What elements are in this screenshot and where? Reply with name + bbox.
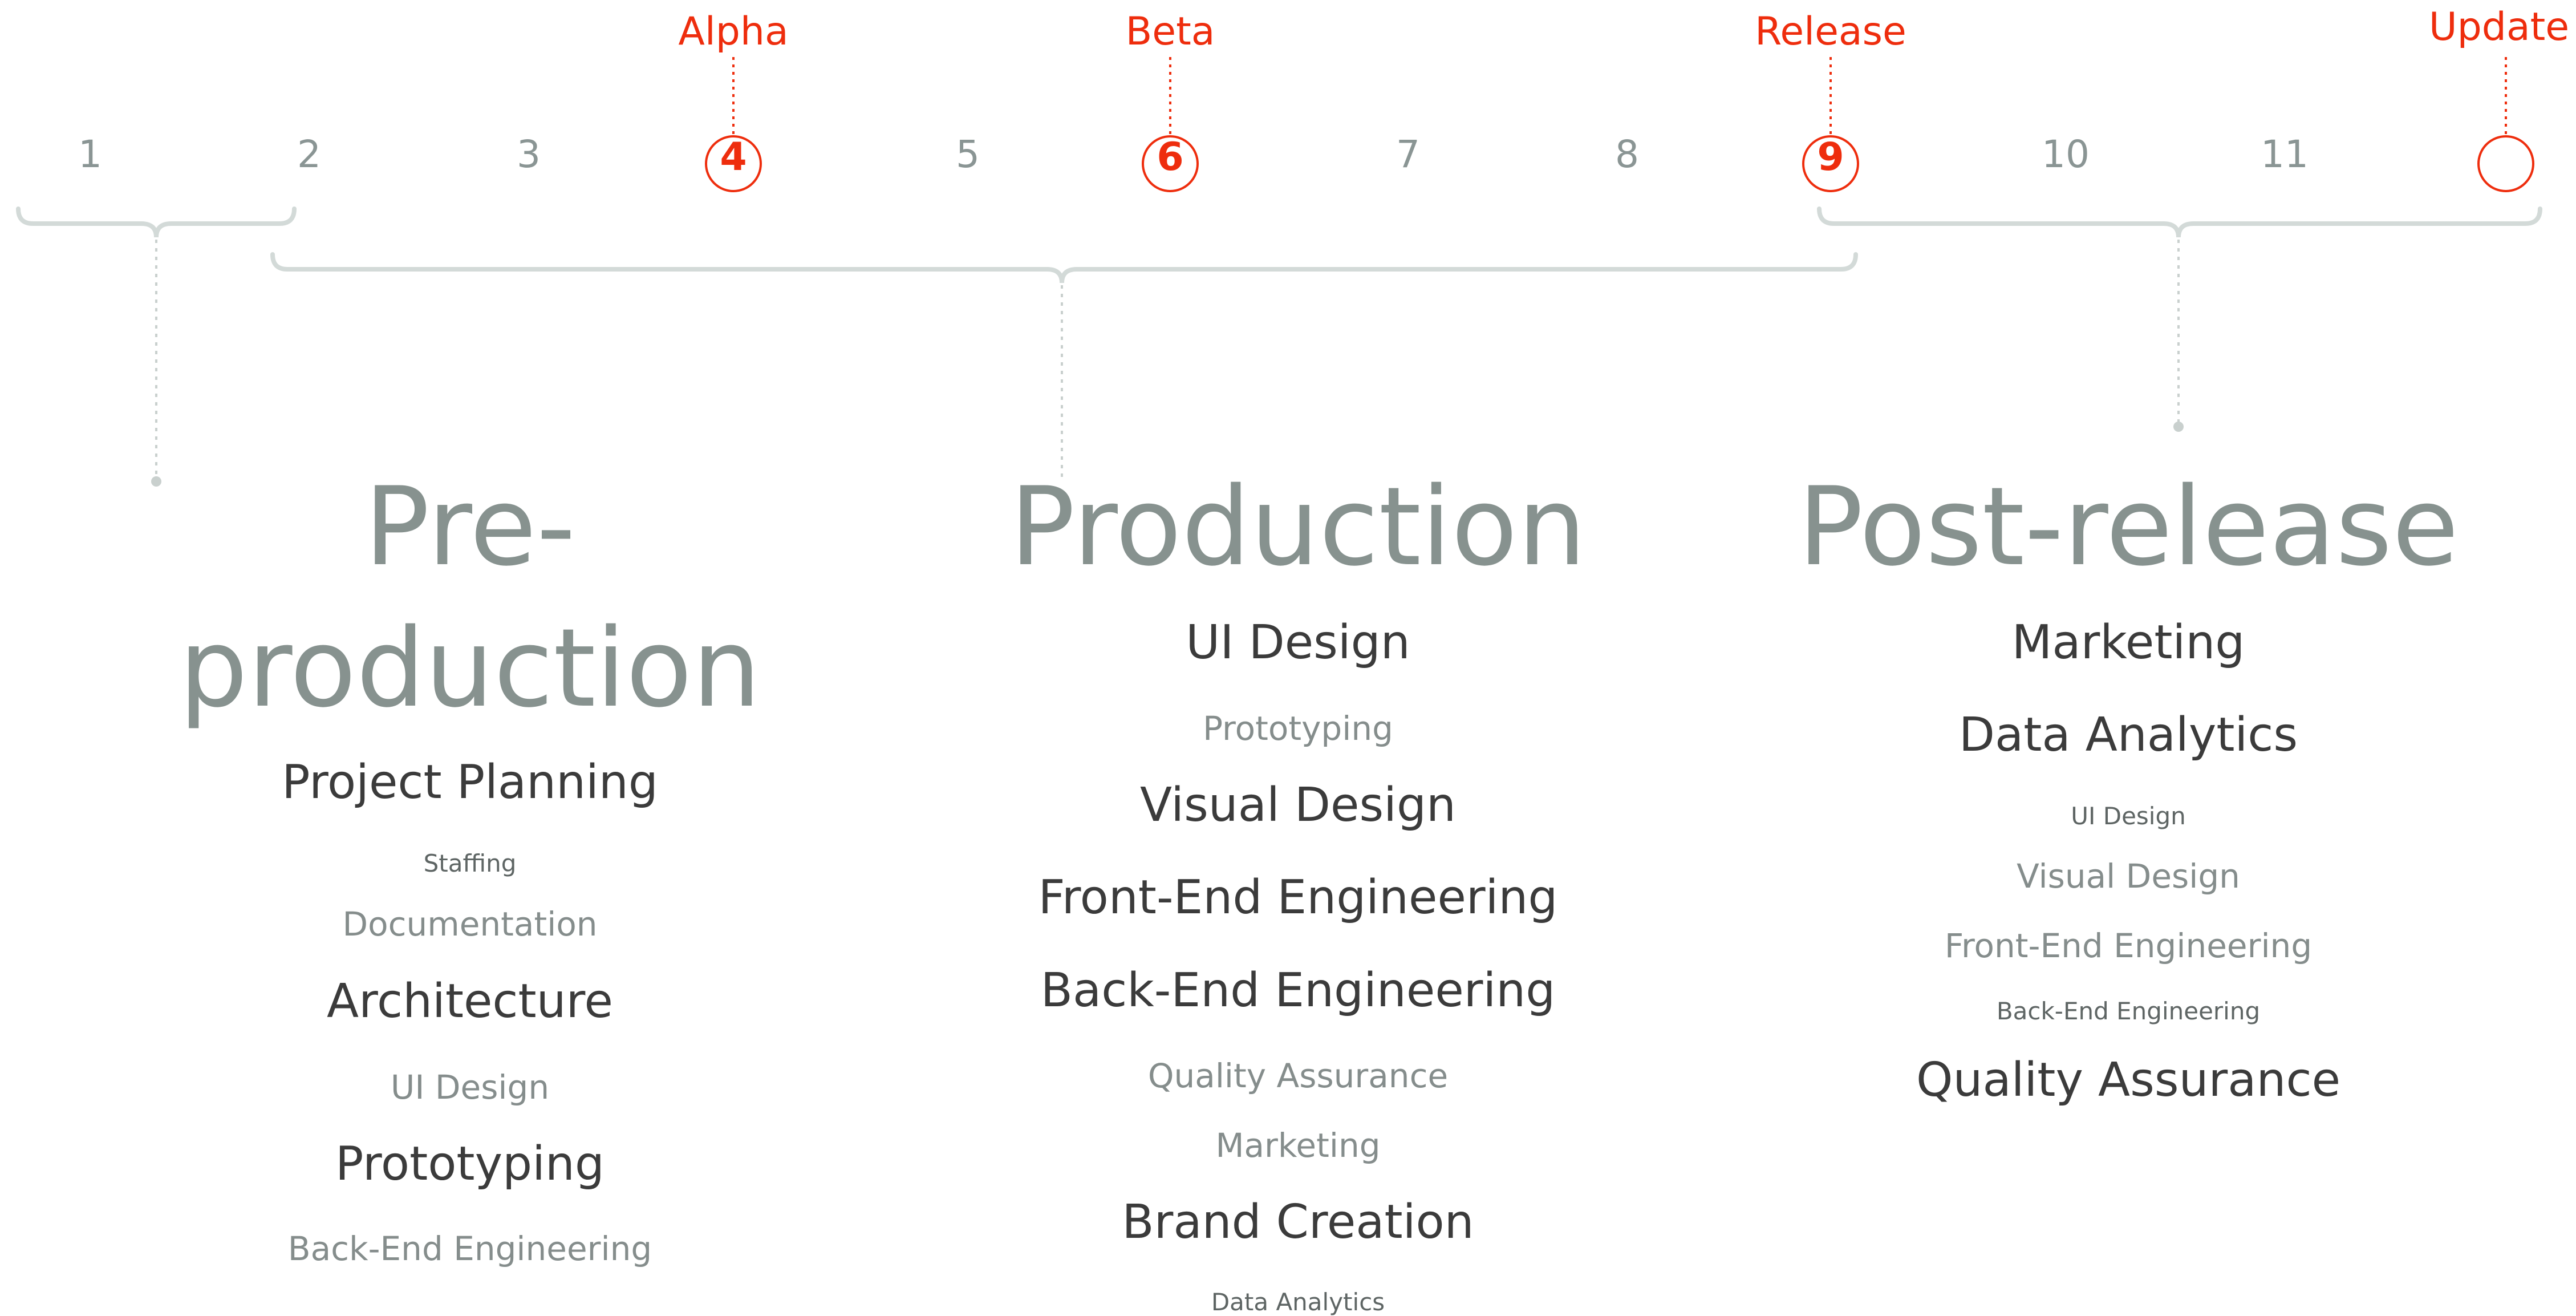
timeline-number: 9 <box>1817 135 1844 180</box>
task-item: Quality Assurance <box>1916 1053 2341 1107</box>
milestone-label: Update <box>2428 5 2570 50</box>
preproduction-heading: Pre- production <box>179 464 761 731</box>
postrelease-heading: Post-release <box>1798 464 2459 590</box>
postrelease-connector-dot <box>2173 422 2184 432</box>
task-item: Back-End Engineering <box>287 1229 652 1268</box>
timeline-number: 7 <box>1396 132 1420 176</box>
task-item: Data Analytics <box>1211 1288 1385 1316</box>
task-item: Visual Design <box>2017 857 2240 896</box>
task-item: Brand Creation <box>1122 1195 1474 1249</box>
timeline-number: 4 <box>720 135 747 180</box>
task-item: Back-End Engineering <box>1996 997 2261 1025</box>
production-heading: Production <box>1009 464 1587 590</box>
preproduction-bracket <box>16 206 297 238</box>
milestone-label: Release <box>1755 9 1906 54</box>
milestone-label: Beta <box>1125 9 1215 54</box>
task-item: Project Planning <box>282 755 658 809</box>
milestone-circle <box>2477 135 2534 192</box>
task-item: Visual Design <box>1140 778 1456 832</box>
production-bracket <box>270 252 1858 284</box>
task-item: Prototyping <box>335 1137 605 1191</box>
timeline-number: 5 <box>956 132 980 176</box>
milestone-label: Alpha <box>678 9 789 54</box>
task-item: UI Design <box>2071 802 2186 830</box>
task-item: Staffing <box>423 849 517 877</box>
release-timeline-diagram: 1 2 3 4 5 6 7 8 9 10 11 Alpha Beta Release Update Pre… <box>0 0 2576 1314</box>
task-item: Documentation <box>342 905 598 944</box>
task-item: UI Design <box>390 1068 550 1107</box>
task-item: Data Analytics <box>1958 708 2298 762</box>
task-item: Front-End Engineering <box>1038 870 1558 925</box>
task-item: Marketing <box>1215 1126 1381 1165</box>
timeline-number: 3 <box>517 132 541 176</box>
task-item: Quality Assurance <box>1147 1056 1449 1095</box>
timeline-number: 2 <box>297 132 321 176</box>
task-item: Architecture <box>326 974 613 1028</box>
timeline-number: 10 <box>2042 132 2090 176</box>
task-item: Back-End Engineering <box>1040 963 1556 1018</box>
timeline-number: 8 <box>1615 132 1639 176</box>
postrelease-bracket <box>1817 206 2542 238</box>
task-item: Prototyping <box>1203 709 1393 748</box>
task-item: UI Design <box>1186 616 1410 670</box>
timeline-number: 1 <box>78 132 102 176</box>
task-item: Front-End Engineering <box>1944 926 2313 965</box>
timeline-number: 11 <box>2261 132 2309 176</box>
task-item: Marketing <box>2011 616 2245 670</box>
timeline-number: 6 <box>1157 135 1184 180</box>
